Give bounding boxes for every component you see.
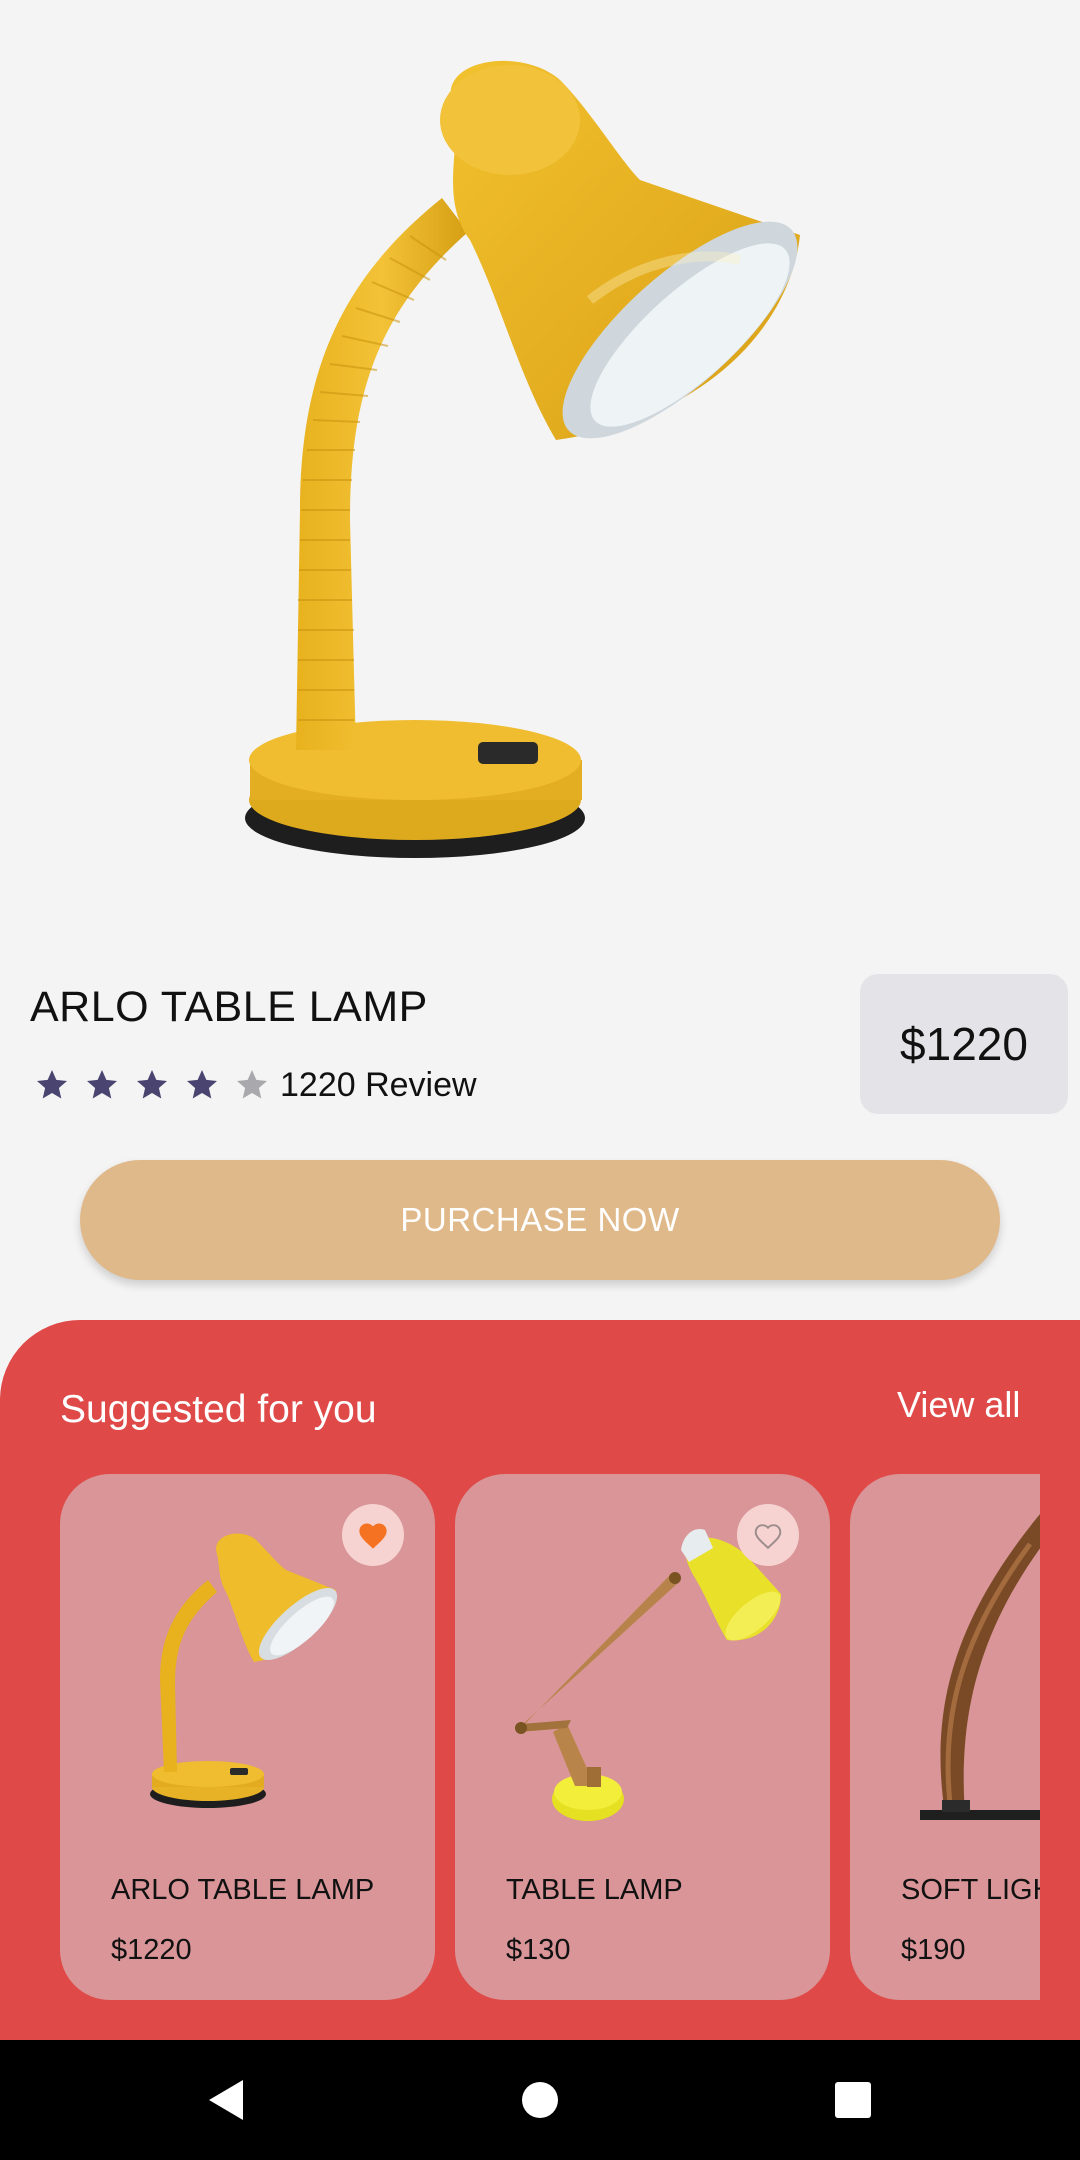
nav-back-button[interactable]	[165, 2040, 285, 2160]
product-card-price: $190	[901, 1934, 966, 1966]
curved-wood-floor-lamp-image	[920, 1514, 1040, 1820]
view-all-link[interactable]: View all	[897, 1384, 1020, 1426]
suggestions-carousel[interactable]: ARLO TABLE LAMP $1220 TABLE LAMP $130 SO…	[0, 1474, 1040, 2004]
favorite-button[interactable]	[342, 1504, 404, 1566]
product-card-name: ARLO TABLE LAMP	[111, 1874, 375, 1906]
product-card-name: TABLE LAMP	[506, 1874, 683, 1906]
product-card-price: $130	[506, 1934, 571, 1966]
nav-recents-button[interactable]	[793, 2040, 913, 2160]
heart-filled-icon	[359, 1523, 387, 1549]
system-nav-bar	[0, 2040, 1080, 2160]
star-filled-icon	[187, 1070, 217, 1099]
review-count: 1220 Review	[280, 1065, 477, 1104]
nav-home-button[interactable]	[480, 2040, 600, 2160]
purchase-now-button[interactable]: PURCHASE NOW	[80, 1160, 1000, 1280]
home-icon	[522, 2082, 558, 2118]
back-icon	[209, 2080, 243, 2120]
product-card[interactable]: TABLE LAMP $130	[455, 1474, 830, 2000]
product-card[interactable]: ARLO TABLE LAMP $1220	[60, 1474, 435, 2000]
suggestions-section: Suggested for you View all ARLO TABLE LA…	[0, 1320, 1080, 2040]
product-image	[0, 0, 1080, 930]
star-filled-icon	[87, 1070, 117, 1099]
product-title: ARLO TABLE LAMP	[30, 983, 428, 1031]
star-filled-icon	[37, 1070, 67, 1099]
product-card-price: $1220	[111, 1934, 192, 1966]
star-filled-icon	[137, 1070, 167, 1099]
favorite-button[interactable]	[737, 1504, 799, 1566]
product-card[interactable]: SOFT LIGHT $190	[850, 1474, 1040, 2000]
rating-stars: 1220 Review	[34, 1062, 477, 1108]
heart-outline-icon	[754, 1523, 782, 1549]
suggestions-heading: Suggested for you	[60, 1388, 377, 1431]
product-card-name: SOFT LIGHT	[901, 1874, 1040, 1906]
star-empty-icon	[237, 1070, 267, 1099]
recents-icon	[835, 2082, 871, 2118]
price-badge: $1220	[860, 974, 1068, 1114]
